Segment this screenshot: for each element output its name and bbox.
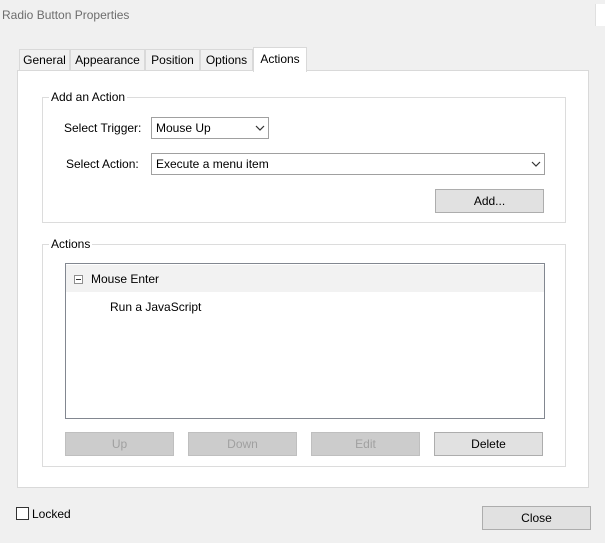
delete-button[interactable]: Delete [434,432,543,456]
actions-group: Actions Mouse Enter Run a JavaScript Up … [42,237,566,467]
select-action-value: Execute a menu item [156,157,269,171]
title-bar-edge [595,4,605,26]
radio-button-properties-dialog: Radio Button Properties General Appearan… [0,0,605,543]
actions-tab-panel: Add an Action Select Trigger: Mouse Up S… [17,70,589,488]
trigger-row-label: Mouse Enter [91,272,160,286]
chevron-down-icon [527,154,544,174]
locked-label: Locked [32,507,71,521]
title-bar: Radio Button Properties [0,0,605,30]
action-row-run-javascript[interactable]: Run a JavaScript [66,293,544,320]
tab-position[interactable]: Position [145,49,200,71]
collapse-icon[interactable] [74,275,83,284]
select-trigger-dropdown[interactable]: Mouse Up [151,117,269,139]
add-action-group: Add an Action Select Trigger: Mouse Up S… [42,90,566,223]
tab-appearance[interactable]: Appearance [70,49,145,71]
tab-actions[interactable]: Actions [253,47,307,72]
up-button[interactable]: Up [65,432,174,456]
select-trigger-value: Mouse Up [156,121,211,135]
trigger-row-mouse-enter[interactable]: Mouse Enter [66,265,544,292]
edit-button[interactable]: Edit [311,432,420,456]
action-row-label: Run a JavaScript [110,300,202,314]
add-action-group-label: Add an Action [49,90,128,104]
select-action-label: Select Action: [66,157,139,171]
chevron-down-icon [251,118,268,138]
tab-options[interactable]: Options [200,49,253,71]
down-button[interactable]: Down [188,432,297,456]
locked-checkbox[interactable] [16,507,29,520]
actions-group-label: Actions [49,237,93,251]
close-button[interactable]: Close [482,506,591,530]
tab-general[interactable]: General [19,49,70,71]
window-title: Radio Button Properties [2,8,130,22]
add-action-button[interactable]: Add... [435,189,544,213]
select-trigger-label: Select Trigger: [64,121,142,135]
select-action-dropdown[interactable]: Execute a menu item [151,153,545,175]
actions-tree-list[interactable]: Mouse Enter Run a JavaScript [65,263,545,419]
